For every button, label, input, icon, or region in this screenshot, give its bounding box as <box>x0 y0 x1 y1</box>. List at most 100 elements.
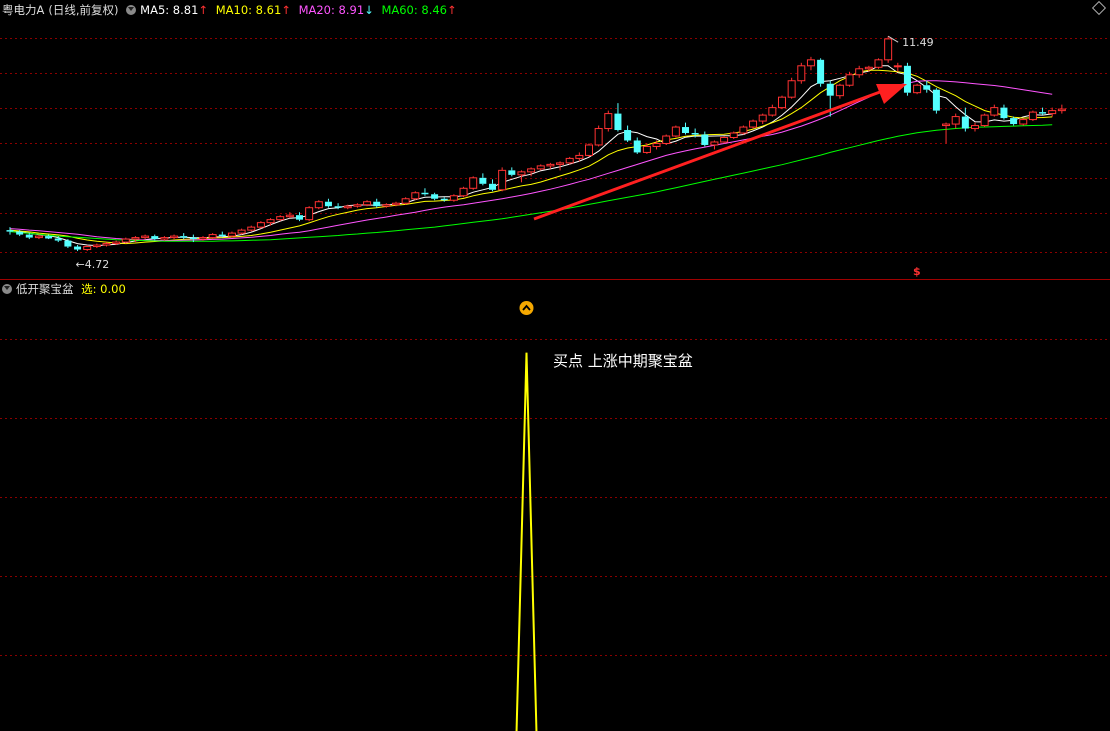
candle <box>980 113 989 128</box>
candle-body <box>1010 118 1018 125</box>
candle-body <box>421 192 429 195</box>
candle-body <box>903 65 911 93</box>
candle <box>479 173 487 186</box>
event-marker: $ <box>913 265 921 278</box>
candle-body <box>54 238 62 241</box>
candle-body <box>266 219 275 224</box>
candle-body <box>112 241 121 245</box>
candle-body <box>305 207 314 221</box>
candle-body <box>662 135 671 144</box>
candle-body <box>594 128 603 146</box>
candle-body <box>990 107 999 116</box>
candle <box>141 234 150 240</box>
stock-title[interactable]: 粤电力A <box>2 3 44 17</box>
candle <box>729 131 738 139</box>
candle-body <box>276 216 285 221</box>
candle <box>624 125 632 142</box>
candle-body <box>1048 110 1057 115</box>
candle-body <box>180 236 188 238</box>
candle <box>990 104 999 117</box>
candle-body <box>845 74 854 86</box>
candle <box>285 212 294 219</box>
candle-body <box>585 144 593 156</box>
candle-body <box>353 204 362 207</box>
indicator-header: 低开聚宝盆 选: 0.00 <box>2 280 130 298</box>
candle <box>1057 104 1066 114</box>
candle-body <box>489 183 496 190</box>
candle <box>170 234 179 240</box>
indicator-spike-line <box>515 352 538 731</box>
candle <box>401 197 410 205</box>
candle-body <box>884 38 893 61</box>
candle-body <box>729 132 738 139</box>
indicator-dropdown-icon[interactable] <box>2 284 12 294</box>
candle-body <box>334 206 342 208</box>
candle-body <box>951 116 960 125</box>
candle <box>758 113 767 125</box>
candle <box>64 239 72 249</box>
candle-body <box>546 163 555 167</box>
candle <box>180 233 188 240</box>
signal-icon-circle <box>519 301 534 315</box>
candle-body <box>817 59 825 84</box>
candle-body <box>296 215 303 220</box>
buy-signal-icon[interactable] <box>519 301 534 315</box>
candle-body <box>508 170 516 175</box>
ma20-arrow-icon: ↓ <box>364 3 374 17</box>
candle <box>845 71 854 87</box>
ma60-label: MA60: 8.46 <box>381 3 447 17</box>
candle-body <box>102 243 111 246</box>
candle-body <box>479 177 487 184</box>
candle-body <box>45 236 53 239</box>
candle-body <box>208 234 217 239</box>
period-label[interactable]: (日线,前复权) <box>48 3 118 17</box>
candle-body <box>256 222 265 228</box>
candle <box>449 194 458 202</box>
candle <box>565 156 574 165</box>
candle-body <box>1057 108 1066 112</box>
candle-body <box>343 205 352 209</box>
candle-body <box>498 169 507 191</box>
candle <box>633 137 641 154</box>
candle-body <box>614 113 622 131</box>
candle <box>6 227 14 235</box>
candle-body <box>527 168 536 173</box>
candle <box>806 56 815 71</box>
candle-body <box>671 126 680 137</box>
candle-body <box>1039 112 1047 114</box>
candle <box>74 245 82 252</box>
candle <box>671 125 680 138</box>
candle <box>682 122 689 135</box>
candle-body <box>459 187 468 197</box>
candle-body <box>642 145 651 153</box>
candle <box>373 198 381 208</box>
ma-line-ma10 <box>9 69 1053 245</box>
indicator-name[interactable]: 低开聚宝盆 <box>16 282 74 296</box>
candle-body <box>247 226 256 231</box>
candle-body <box>34 235 43 239</box>
indicator-select-value: 选: 0.00 <box>81 282 126 296</box>
candle-body <box>701 134 709 145</box>
candle-body <box>797 65 806 82</box>
candle <box>247 225 256 232</box>
candle <box>324 198 332 208</box>
candle <box>1000 104 1008 120</box>
candle <box>903 62 911 96</box>
candle-body <box>536 165 545 170</box>
candle <box>469 176 478 190</box>
buy-point-annotation: 买点 上涨中期聚宝盆 <box>553 352 693 370</box>
indicator-grid <box>0 339 1110 656</box>
candle-body <box>893 65 902 68</box>
ma-dropdown-icon[interactable] <box>126 5 137 15</box>
candle <box>932 88 940 114</box>
candle-body <box>64 240 72 247</box>
candle-body <box>411 192 420 200</box>
candle-body <box>826 83 834 96</box>
candle-body <box>575 154 584 159</box>
candle <box>835 83 844 99</box>
candle-body <box>691 133 699 135</box>
candle-body <box>710 141 719 146</box>
candle-body <box>835 84 844 97</box>
candle <box>1019 118 1028 126</box>
candle <box>585 143 593 157</box>
